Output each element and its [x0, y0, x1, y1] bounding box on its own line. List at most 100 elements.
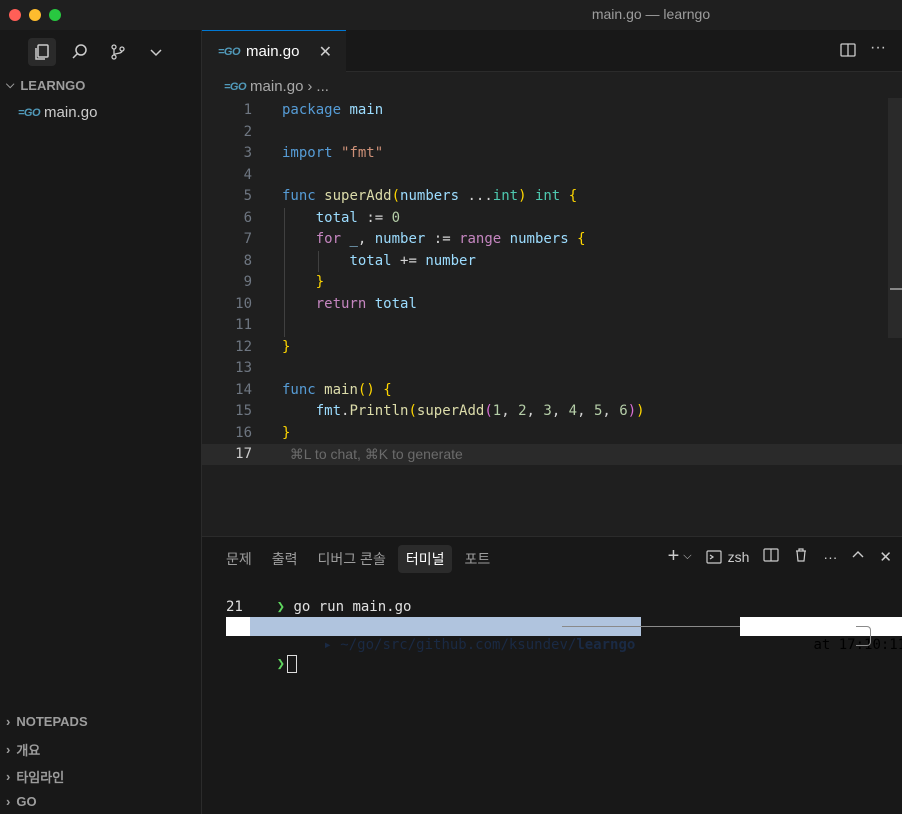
line-number: 11 [235, 317, 252, 333]
line-number: 5 [243, 188, 252, 204]
apple-icon [226, 617, 250, 636]
file-label: main.go [44, 104, 98, 121]
go-file-icon: =GO [218, 45, 241, 58]
tab-output[interactable]: 출력 [264, 545, 306, 573]
line-text: } [282, 338, 291, 355]
code-line[interactable]: 5 func superAdd(numbers ...int) int { [202, 186, 902, 207]
close-icon[interactable]: ✕ [319, 42, 332, 62]
terminal-input-line[interactable]: ❯ [226, 636, 298, 673]
tab-ports[interactable]: 포트 [456, 545, 498, 573]
line-number: 16 [235, 424, 252, 441]
time-segment: at 17:10:11 ⊙ [740, 617, 902, 653]
line-number: 2 [243, 123, 252, 140]
section-label: 타임라인 [16, 770, 65, 785]
section-notepads[interactable]: › NOTEPADS [6, 714, 88, 729]
chevron-right-icon: › [6, 794, 11, 809]
ai-hint: ⌘L to chat, ⌘K to generate [282, 446, 463, 462]
split-terminal-icon[interactable] [763, 547, 780, 566]
line-text: total := 0 [315, 209, 401, 226]
code-line[interactable]: 7 for _, number := range numbers { [202, 229, 902, 250]
section-label: NOTEPADS [16, 714, 88, 729]
line-text: func main() { [282, 381, 392, 398]
chevron-down-icon[interactable]: ⌵ [683, 550, 691, 563]
editor-scrollbar[interactable] [888, 98, 902, 338]
path-prefix: ~/go/src/github.com/ksundev/ [340, 637, 577, 653]
line-text: func superAdd(numbers ...int) int { [282, 188, 578, 204]
split-editor-icon[interactable] [840, 42, 856, 63]
add-terminal-icon[interactable]: + [668, 545, 680, 568]
chevron-right-icon: › [6, 742, 11, 757]
source-control-icon[interactable] [104, 38, 132, 66]
line-text: ⌘L to chat, ⌘K to generate [282, 444, 463, 466]
title-bar: main.go — learngo [0, 0, 902, 30]
line-number: 14 [235, 381, 252, 398]
terminal-cursor [287, 655, 298, 673]
terminal-output: 21 [226, 599, 243, 615]
prompt-icon: ❯ [276, 599, 294, 615]
prompt-corner [856, 626, 871, 646]
more-actions-icon[interactable]: ··· [870, 39, 886, 57]
breadcrumb-more[interactable]: ... [316, 78, 329, 95]
terminal-command: go run main.go [293, 599, 412, 615]
code-line[interactable]: 6 total := 0 [202, 208, 902, 229]
code-line[interactable]: 17 ⌘L to chat, ⌘K to generate [202, 444, 902, 465]
code-line[interactable]: 4 [202, 165, 902, 186]
tab-terminal[interactable]: 터미널 [397, 545, 453, 573]
tab-problems[interactable]: 문제 [218, 545, 260, 573]
indent-guide [318, 250, 319, 272]
chevron-right-icon: › [6, 714, 11, 729]
tab-main-go[interactable]: =GO main.go ✕ [202, 30, 346, 72]
terminal-icon [706, 549, 722, 564]
code-line[interactable]: 3 import "fmt" [202, 143, 902, 164]
tab-bar: =GO main.go ✕ ··· [202, 30, 902, 72]
line-text: fmt.Println(superAdd(1, 2, 3, 4, 5, 6)) [315, 403, 645, 419]
code-line[interactable]: 12} [202, 337, 902, 358]
line-text: for _, number := range numbers { [315, 231, 586, 247]
window-title: main.go — learngo [591, 6, 711, 22]
file-item-main-go[interactable]: =GO main.go [18, 104, 97, 121]
line-text: } [315, 274, 325, 290]
close-panel-icon[interactable]: ✕ [879, 548, 892, 566]
panel-toolbar: + ⌵ zsh ··· ✕ [668, 545, 892, 568]
section-label: 개요 [16, 743, 41, 758]
code-line[interactable]: 2 [202, 122, 902, 143]
code-line[interactable]: 13 [202, 358, 902, 379]
code-line[interactable]: 9 } [202, 272, 902, 293]
section-outline[interactable]: › 개요 [6, 740, 40, 759]
line-number: 12 [235, 338, 252, 355]
line-text: return total [315, 295, 417, 312]
explorer-section-header[interactable]: ⌵ LEARNGO [6, 78, 85, 93]
terminal-line: ❯ go run main.go [226, 579, 412, 615]
breadcrumb-file[interactable]: main.go [250, 78, 303, 95]
line-number: 9 [243, 274, 252, 290]
code-line[interactable]: 10 return total [202, 294, 902, 315]
code-line[interactable]: 15 fmt.Println(superAdd(1, 2, 3, 4, 5, 6… [202, 401, 902, 422]
section-go[interactable]: › GO [6, 794, 37, 809]
code-line[interactable]: 16} [202, 423, 902, 444]
more-actions-icon[interactable]: ··· [823, 549, 837, 565]
chevron-down-icon[interactable] [142, 38, 170, 66]
code-line[interactable]: 1 package main [202, 100, 902, 121]
code-line[interactable]: 14 func main() { [202, 380, 902, 401]
code-line[interactable]: 8 total += number [202, 251, 902, 272]
bottom-panel: 문제 출력 디버그 콘솔 터미널 포트 + ⌵ zsh ··· ✕ ❯ go r… [202, 536, 902, 814]
indent-guide [284, 207, 285, 337]
line-text: import "fmt" [282, 145, 384, 161]
section-timeline[interactable]: › 타임라인 [6, 767, 64, 786]
tab-debug-console[interactable]: 디버그 콘솔 [310, 545, 394, 573]
code-line[interactable]: 11 [202, 315, 902, 336]
terminal-shell-selector[interactable]: zsh [706, 549, 749, 565]
line-number: 15 [235, 403, 252, 419]
prompt-separator-line [562, 626, 740, 627]
activity-icons [28, 38, 170, 66]
terminal-prompt-bar: ▸ ~/go/src/github.com/ksundev/learngo at… [226, 617, 902, 653]
files-icon[interactable] [28, 38, 56, 66]
go-file-icon: =GO [18, 106, 41, 119]
trash-icon[interactable] [793, 547, 809, 566]
search-icon[interactable] [66, 38, 94, 66]
maximize-panel-icon[interactable] [851, 548, 865, 565]
explorer-title: LEARNGO [20, 78, 86, 93]
line-number: 1 [243, 102, 252, 118]
panel-tabs: 문제 출력 디버그 콘솔 터미널 포트 [218, 545, 498, 573]
line-number: 4 [243, 166, 252, 183]
